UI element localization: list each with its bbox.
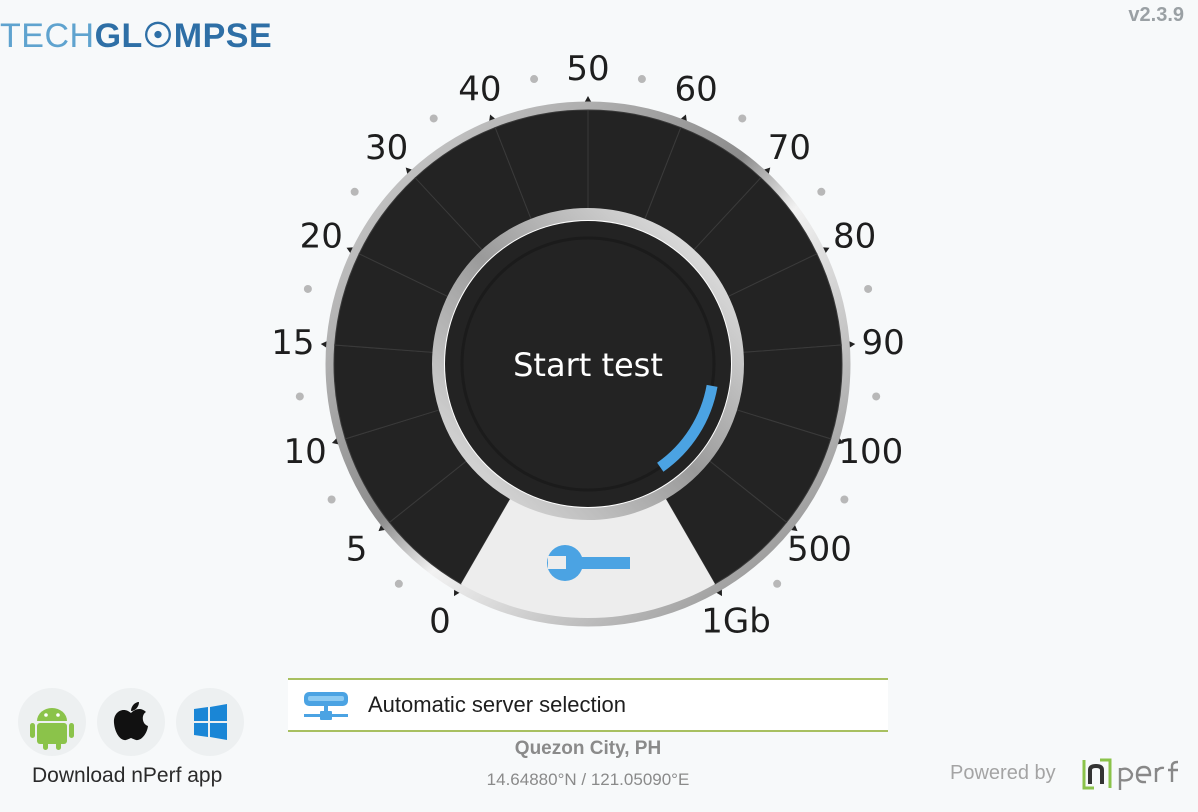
gauge-dot	[530, 75, 539, 84]
gauge-dot	[327, 495, 336, 504]
server-selection-label: Automatic server selection	[368, 692, 626, 717]
gauge-dot	[295, 392, 304, 401]
android-app-button[interactable]	[18, 688, 86, 756]
gauge-scale-label: 50	[566, 49, 609, 89]
server-coordinates: 14.64880°N / 121.05090°E	[486, 770, 690, 789]
powered-by-label: Powered by	[950, 762, 1056, 784]
android-icon	[30, 708, 74, 750]
server-location: Quezon City, PH	[514, 738, 662, 759]
gauge-scale-label: 15	[271, 323, 314, 363]
gauge-dot	[350, 187, 359, 196]
gauge-scale-label: 80	[833, 217, 876, 257]
windows-icon	[194, 704, 227, 740]
gauge-dot	[817, 187, 826, 196]
gauge-scale-label: 5	[346, 530, 368, 570]
windows-app-button[interactable]	[176, 688, 244, 756]
gauge-dot	[429, 114, 438, 123]
download-app-label: Download nPerf app	[32, 764, 223, 787]
gauge-dot	[840, 495, 849, 504]
gauge-scale-label: 10	[284, 432, 327, 472]
gauge-scale-label: 30	[365, 128, 408, 168]
server-selection-bar[interactable]: Automatic server selection	[288, 678, 888, 732]
gauge-scale-label: 20	[300, 217, 343, 257]
gauge-scale-label: 0	[429, 601, 451, 641]
gauge-scale-label: 70	[768, 128, 811, 168]
gauge-scale-label: 60	[675, 69, 718, 109]
gauge-dot	[394, 579, 403, 588]
gauge-dot	[303, 284, 312, 293]
gauge-scale-label: 500	[787, 530, 852, 570]
start-test-label[interactable]: Start test	[513, 346, 663, 384]
gauge-dot	[872, 392, 881, 401]
gauge-dot	[637, 75, 646, 84]
gauge-dot	[738, 114, 747, 123]
apple-app-button[interactable]	[97, 688, 165, 756]
gauge-dot	[864, 284, 873, 293]
nperf-logo[interactable]	[1080, 754, 1186, 794]
gauge-scale-label: 100	[838, 432, 903, 472]
gauge-scale-label: 40	[458, 69, 501, 109]
gauge-scale-label: 90	[862, 323, 905, 363]
gauge-scale-label: 1Gb	[701, 601, 771, 641]
gauge-dot	[773, 579, 782, 588]
server-icon	[304, 692, 348, 720]
apple-icon	[113, 702, 148, 741]
